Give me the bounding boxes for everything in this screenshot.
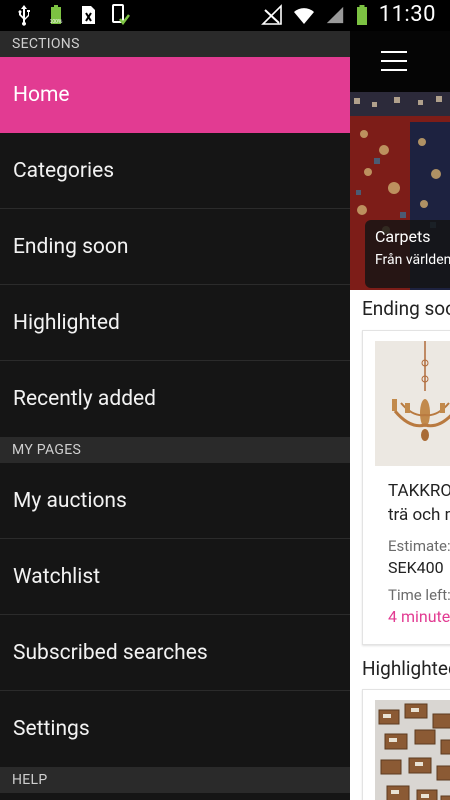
drawer-item-home[interactable]: Home (0, 57, 350, 133)
signal-icon (326, 6, 343, 23)
main-content: Carpets Från världen Ending soon TAKKRON… (350, 31, 450, 800)
item-subtitle: trä och metall (388, 505, 450, 525)
estimate-value: SEK400 (388, 558, 444, 577)
drawer-item-ending-soon[interactable]: Ending soon (0, 209, 350, 285)
no-sim-icon (82, 6, 95, 24)
highlighted-title: Highlighted (362, 657, 450, 680)
device-check-icon (112, 4, 130, 26)
clock: 11:30 (378, 2, 436, 27)
drawer-item-subscribed-searches[interactable]: Subscribed searches (0, 615, 350, 691)
item-thumbnail (375, 341, 450, 466)
notification-icons: 100% (14, 4, 130, 26)
banner-title: Carpets (375, 227, 431, 246)
banner-subtitle: Från världen (375, 252, 450, 268)
drawer-item-categories[interactable]: Categories (0, 133, 350, 209)
banner-caption: Carpets Från världen (365, 220, 450, 288)
status-bar: 100% 11:30 (0, 0, 450, 31)
battery-percent: 100% (50, 19, 63, 25)
section-header-help: HELP (0, 767, 350, 793)
time-left-label: Time left: (388, 586, 450, 604)
section-header-sections: SECTIONS (0, 31, 350, 57)
item-title: TAKKRONA (388, 481, 450, 501)
system-icons: 11:30 (260, 2, 436, 27)
auction-card[interactable]: TAKKRONA trä och metall Estimate: SEK400… (362, 330, 450, 645)
menu-icon[interactable] (381, 51, 407, 71)
drawer-item-my-auctions[interactable]: My auctions (0, 463, 350, 539)
section-header-my-pages: MY PAGES (0, 437, 350, 463)
estimate-label: Estimate: (388, 537, 450, 555)
highlighted-thumbnail (375, 700, 450, 800)
drawer-item-highlighted[interactable]: Highlighted (0, 285, 350, 361)
boxes-image (375, 700, 450, 800)
no-signal-icon (260, 3, 282, 25)
drawer-item-recently-added[interactable]: Recently added (0, 361, 350, 437)
app-bar (350, 31, 450, 92)
highlighted-card[interactable] (362, 689, 450, 800)
wifi-icon (293, 7, 314, 24)
battery-full-icon: 100% (50, 5, 63, 25)
usb-icon (18, 5, 30, 26)
drawer-item-settings[interactable]: Settings (0, 691, 350, 767)
time-left-value: 4 minutes (388, 607, 450, 626)
chandelier-image (375, 341, 450, 466)
battery-charging-icon (356, 4, 367, 25)
ending-soon-title: Ending soon (362, 297, 450, 320)
drawer-item-watchlist[interactable]: Watchlist (0, 539, 350, 615)
navigation-drawer: SECTIONS Home Categories Ending soon Hig… (0, 31, 350, 800)
